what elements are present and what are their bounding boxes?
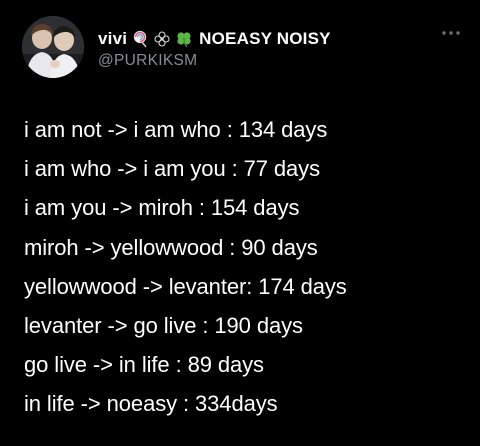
tweet-line: levanter -> go live : 190 days	[24, 313, 303, 339]
tweet-header: vivi NOEASY NOISY @PURKIKSM	[22, 14, 462, 84]
avatar-image	[22, 16, 84, 78]
four-leaf-clover-icon	[177, 32, 191, 48]
tweet-line: in life -> noeasy : 334days	[24, 391, 278, 417]
display-name-row[interactable]: vivi NOEASY NOISY	[98, 28, 331, 50]
tweet-line: yellowwood -> levanter: 174 days	[24, 273, 347, 299]
tweet-line: i am you -> miroh : 154 days	[24, 195, 300, 221]
tweet-line: i am who -> i am you : 77 days	[24, 156, 320, 182]
tweet-line: miroh -> yellowwood : 90 days	[24, 234, 318, 260]
display-name[interactable]: vivi	[98, 29, 127, 49]
lollipop-icon	[133, 30, 147, 48]
more-options-icon[interactable]	[440, 26, 462, 40]
user-handle[interactable]: @PURKIKSM	[98, 52, 331, 70]
tweet-text: i am not -> i am who : 134 days i am who…	[24, 110, 470, 424]
tweet-line: i am not -> i am who : 134 days	[24, 117, 328, 142]
user-names: vivi NOEASY NOISY @PURKIKSM	[98, 28, 331, 70]
tweet-line: go live -> in life : 89 days	[24, 352, 264, 378]
flower-outline-icon	[154, 31, 170, 47]
display-name-suffix[interactable]: NOEASY NOISY	[199, 29, 331, 49]
avatar[interactable]	[22, 16, 84, 78]
tweet-card: vivi NOEASY NOISY @PURKIKSM i am not -> …	[0, 0, 480, 446]
